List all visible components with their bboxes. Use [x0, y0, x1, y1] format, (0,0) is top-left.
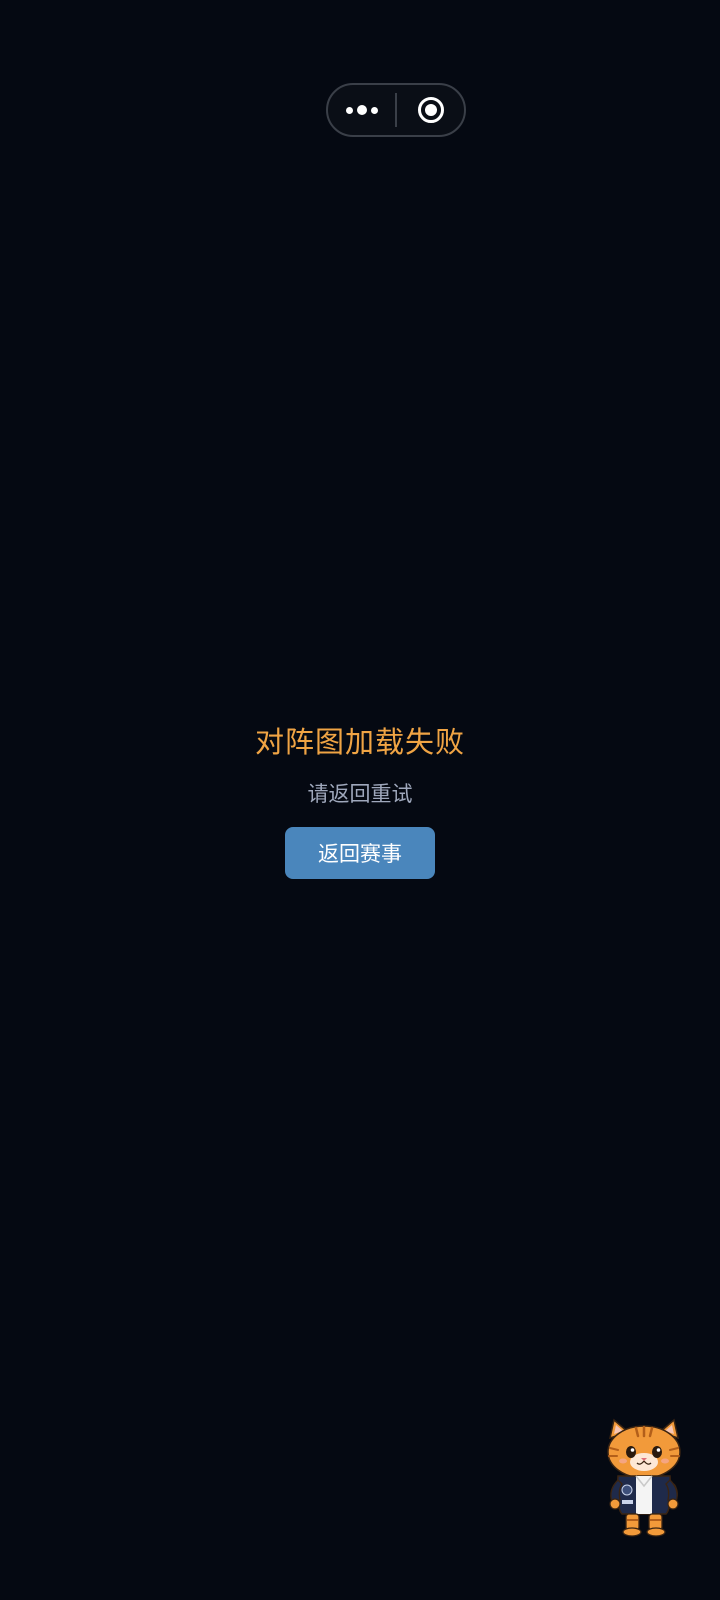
error-subtitle: 请返回重试 [307, 782, 413, 806]
target-circle-icon [417, 97, 444, 123]
miniprogram-capsule [326, 83, 466, 137]
close-miniprogram-button[interactable] [397, 85, 464, 135]
back-to-events-button[interactable]: 返回赛事 [285, 827, 435, 879]
error-title: 对阵图加载失败 [254, 725, 465, 759]
more-menu-button[interactable] [328, 85, 395, 135]
more-dots-icon [345, 105, 378, 115]
cat-mascot-icon[interactable] [596, 1418, 692, 1538]
error-state: 对阵图加载失败 请返回重试 返回赛事 [0, 716, 720, 879]
